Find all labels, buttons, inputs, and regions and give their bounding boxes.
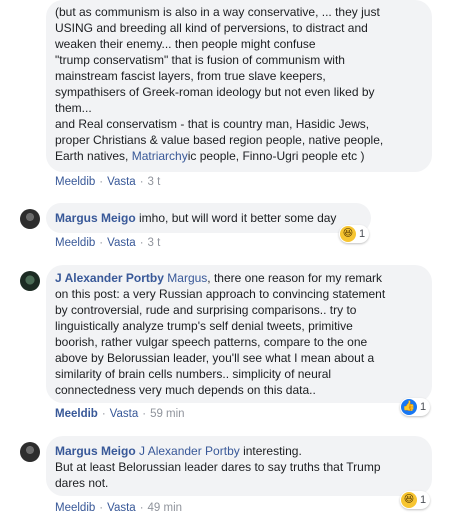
- mention-link[interactable]: J Alexander Portby: [139, 444, 240, 458]
- reaction-badge[interactable]: 😆 1: [339, 225, 370, 243]
- timestamp-link[interactable]: 49 min: [148, 502, 183, 514]
- comment-line: above by Belorussian leader, you'll see …: [55, 351, 375, 365]
- comment-line: USING and breeding all kind of perversio…: [55, 21, 368, 35]
- separator-dot: ·: [139, 176, 144, 188]
- comment-line: But at least Belorussian leader dares to…: [55, 460, 381, 474]
- comment-text-segment: , there one reason for my remark: [207, 271, 383, 285]
- comment-bubble: (but as communism is also in a way conse…: [46, 0, 432, 172]
- separator-dot: ·: [99, 502, 104, 514]
- separator-dot: ·: [142, 408, 147, 420]
- author-name[interactable]: J Alexander Portby: [55, 271, 164, 285]
- haha-emoji: 😆: [401, 492, 417, 508]
- comment-line: J Alexander Portby Margus, there one rea…: [55, 270, 385, 286]
- timestamp-link[interactable]: 3 t: [148, 237, 161, 249]
- mention-link[interactable]: Margus: [167, 271, 207, 285]
- comment-text: Margus Meigo imho, but will word it bett…: [55, 210, 336, 226]
- like-link[interactable]: Meeldib: [55, 408, 98, 420]
- comment-bubble: J Alexander Portby Margus, there one rea…: [46, 265, 432, 403]
- reply-link[interactable]: Vasta: [110, 408, 139, 420]
- comment-actions: Meeldib · Vasta · 59 min: [55, 407, 185, 421]
- separator-dot: ·: [99, 176, 104, 188]
- author-name[interactable]: Margus Meigo: [55, 444, 136, 458]
- reply-link[interactable]: Vasta: [107, 176, 136, 188]
- like-link[interactable]: Meeldib: [55, 502, 95, 514]
- author-name[interactable]: Margus Meigo: [55, 211, 136, 225]
- like-link[interactable]: Meeldib: [55, 176, 95, 188]
- comment-bubble: Margus Meigo J Alexander Portby interest…: [46, 436, 432, 496]
- comment-line: mainstream fascist layers, from true sla…: [55, 69, 326, 83]
- comment-line: on this post: a very Russian approach to…: [55, 287, 386, 301]
- comment-text: J Alexander Portby Margus, there one rea…: [55, 270, 385, 398]
- reaction-badge[interactable]: 👍 1: [400, 398, 431, 416]
- reaction-count: 1: [359, 228, 366, 240]
- avatar[interactable]: [20, 442, 40, 462]
- reaction-badge[interactable]: 😆 1: [400, 491, 431, 509]
- comment-line: connectedness very much depends on this …: [55, 383, 316, 397]
- comment-line: proper Christians & value based region p…: [55, 133, 384, 147]
- comment-line: by controversial, rude and surprising co…: [55, 303, 357, 317]
- haha-emoji: 😆: [340, 226, 356, 242]
- comment-line: "trump conservatism" that is fusion of c…: [55, 53, 345, 67]
- comment-line: boorish, rather vulgar speech patterns, …: [55, 335, 368, 349]
- reaction-count: 1: [420, 401, 427, 413]
- avatar[interactable]: [20, 271, 40, 291]
- reaction-count: 1: [420, 494, 427, 506]
- comment-text-segment: interesting.: [239, 444, 302, 458]
- hashtag-link[interactable]: Matriarchy: [132, 149, 188, 163]
- reply-link[interactable]: Vasta: [107, 502, 136, 514]
- comment-line: Margus Meigo J Alexander Portby interest…: [55, 443, 381, 459]
- separator-dot: ·: [139, 502, 144, 514]
- separator-dot: ·: [101, 408, 106, 420]
- avatar[interactable]: [20, 209, 40, 229]
- comment-line: weaken their enemy... then people might …: [55, 37, 316, 51]
- timestamp-link[interactable]: 59 min: [150, 408, 185, 420]
- comment-line: (but as communism is also in a way conse…: [55, 5, 380, 19]
- like-icon: 👍: [401, 399, 417, 415]
- comment-line: Earth natives, Matriarchyic people, Finn…: [55, 148, 383, 164]
- comment-line: similarity of brain cells numbers.. simp…: [55, 367, 332, 381]
- comment-line: and Real conservatism - that is country …: [55, 117, 370, 131]
- comment-text-segment: ic people, Finno-Ugri people etc ): [187, 149, 365, 163]
- separator-dot: ·: [99, 237, 104, 249]
- comment-line: them...: [55, 101, 92, 115]
- comment-line: sympathisers of Greek-roman ideology but…: [55, 85, 375, 99]
- comment-bubble: Margus Meigo imho, but will word it bett…: [46, 203, 371, 233]
- timestamp-link[interactable]: 3 t: [148, 176, 161, 188]
- reply-link[interactable]: Vasta: [107, 237, 136, 249]
- comment-text: (but as communism is also in a way conse…: [55, 4, 383, 164]
- comment-text-segment: Earth natives,: [55, 149, 132, 163]
- like-link[interactable]: Meeldib: [55, 237, 95, 249]
- separator-dot: ·: [139, 237, 144, 249]
- comment-text-segment: imho, but will word it better some day: [139, 211, 337, 225]
- comment-actions: Meeldib · Vasta · 3 t: [55, 236, 160, 250]
- comment-line: linguistically analyze trump's self deni…: [55, 319, 353, 333]
- comment-actions: Meeldib · Vasta · 49 min: [55, 501, 182, 515]
- comment-actions: Meeldib · Vasta · 3 t: [55, 175, 160, 189]
- comment-text: Margus Meigo J Alexander Portby interest…: [55, 443, 381, 491]
- comment-line: dares not.: [55, 476, 109, 490]
